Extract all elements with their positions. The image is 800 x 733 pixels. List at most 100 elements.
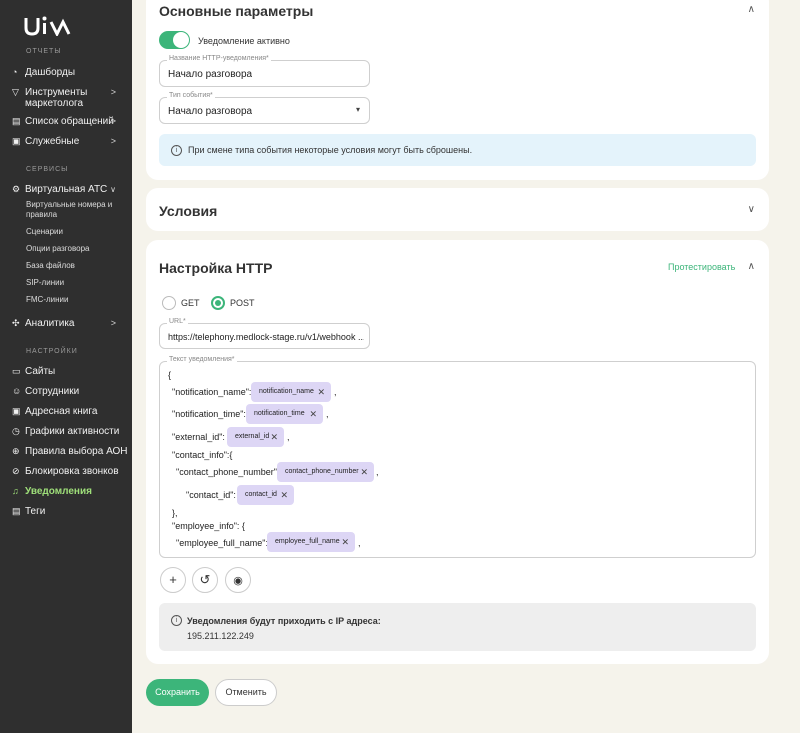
sidebar-item-label: Инструменты маркетолога	[25, 87, 88, 109]
sidebar-item-address-book[interactable]: ▣ Адресная книга	[12, 406, 130, 417]
sidebar-item-service[interactable]: ▣ Служебные >	[12, 136, 130, 147]
body-key: "employee_info": {	[172, 521, 245, 531]
field-value: https://telephony.medlock-stage.ru/v1/we…	[168, 332, 364, 342]
test-link[interactable]: Протестировать	[668, 262, 735, 272]
bell-icon: ♫	[12, 486, 19, 496]
tag-icon: ▤	[12, 506, 21, 516]
cancel-button[interactable]: Отменить	[215, 679, 277, 706]
variable-chip[interactable]: contact_id ✕	[237, 485, 294, 505]
chevron-up-icon[interactable]: ∧	[748, 261, 755, 272]
body-text: },	[172, 508, 178, 518]
subitem-scenarios[interactable]: Сценарии	[26, 227, 126, 237]
event-info-box: i При смене типа события некоторые услов…	[159, 134, 756, 166]
sidebar-item-dashboards[interactable]: ◔ Дашборды	[12, 67, 130, 78]
info-text: При смене типа события некоторые условия…	[188, 145, 473, 155]
sidebar-item-label: Дашборды	[25, 67, 75, 78]
sidebar-item-label: Графики активности	[25, 426, 120, 437]
event-type-select[interactable]: Тип события* Начало разговора ▾	[159, 92, 370, 124]
subitem-virtual-numbers[interactable]: Виртуальные номера и правила	[26, 200, 126, 220]
save-button[interactable]: Сохранить	[146, 679, 209, 706]
http-settings-title: Настройка HTTP	[159, 260, 273, 276]
dropdown-arrow-icon: ▾	[355, 105, 360, 114]
sidebar-item-tags[interactable]: ▤ Теги	[12, 506, 130, 517]
chip-label: employee_full_name	[275, 538, 340, 545]
block-icon: ⊘	[12, 466, 20, 476]
chevron-down-icon[interactable]: ∨	[748, 204, 755, 215]
sidebar-item-activity[interactable]: ◷ Графики активности	[12, 426, 130, 437]
close-icon[interactable]: ✕	[280, 485, 288, 505]
sidebar-item-requests[interactable]: ▤ Список обращений >	[12, 116, 130, 127]
sidebar-item-aon-rules[interactable]: ⊕ Правила выбора АОН	[12, 446, 130, 457]
section-title-settings: НАСТРОЙКИ	[26, 348, 78, 355]
notification-body-editor[interactable]: Текст уведомления* { "notification_name"…	[159, 356, 756, 558]
field-value: Начало разговора	[168, 106, 253, 117]
chip-label: contact_id	[245, 491, 277, 498]
sidebar-item-notifications[interactable]: ♫ Уведомления	[12, 486, 130, 497]
toggle-label: Уведомление активно	[198, 36, 290, 46]
body-key: "employee_full_name":	[176, 538, 268, 548]
sidebar: ОТЧЕТЫ ◔ Дашборды ▽ Инструменты маркетол…	[0, 0, 132, 733]
dashboard-icon: ◔	[12, 67, 18, 77]
radio-post-label: POST	[230, 298, 255, 308]
globe-icon: ⊕	[12, 446, 20, 456]
close-icon[interactable]: ✕	[270, 427, 278, 447]
notification-name-field[interactable]: Название HTTP-уведомления* Начало разгов…	[159, 55, 370, 87]
radio-get[interactable]	[162, 296, 176, 310]
close-icon[interactable]: ✕	[309, 404, 317, 424]
subitem-call-options[interactable]: Опции разговора	[26, 244, 126, 254]
sidebar-item-label: Блокировка звонков	[25, 466, 119, 477]
conditions-title: Условия	[159, 203, 218, 219]
close-icon[interactable]: ✕	[360, 462, 368, 482]
sidebar-item-label: Сотрудники	[25, 386, 80, 397]
chip-label: notification_name	[259, 388, 314, 395]
subitem-files[interactable]: База файлов	[26, 261, 126, 271]
sidebar-item-call-block[interactable]: ⊘ Блокировка звонков	[12, 466, 130, 477]
sidebar-item-analytics[interactable]: ✣ Аналитика >	[12, 318, 130, 329]
clock-icon: ◷	[12, 426, 20, 436]
sidebar-item-vpbx[interactable]: ⚙ Виртуальная АТС ∨	[12, 184, 130, 195]
reset-button[interactable]: ↺	[192, 567, 218, 593]
subitem-fmc[interactable]: FMC-линии	[26, 295, 126, 305]
preview-button[interactable]: ◉	[225, 567, 251, 593]
ip-info-box: i Уведомления будут приходить с IP адрес…	[159, 603, 756, 651]
chip-label: notification_time	[254, 410, 305, 417]
section-title-services: СЕРВИСЫ	[26, 166, 69, 173]
body-text: ,	[287, 432, 290, 442]
field-value: Начало разговора	[168, 69, 253, 80]
variable-chip[interactable]: contact_phone_number ✕	[277, 462, 374, 482]
radio-post[interactable]	[211, 296, 225, 310]
sidebar-item-label: Виртуальная АТС	[25, 184, 108, 195]
add-variable-button[interactable]: +	[160, 567, 186, 593]
analytics-icon: ✣	[12, 318, 20, 328]
subitem-sip[interactable]: SIP-линии	[26, 278, 126, 288]
logo[interactable]	[24, 14, 74, 38]
close-icon[interactable]: ✕	[341, 532, 349, 552]
variable-chip[interactable]: notification_name ✕	[251, 382, 331, 402]
sidebar-item-label: Аналитика	[25, 318, 75, 329]
body-text: ,	[326, 409, 329, 419]
close-icon[interactable]: ✕	[317, 382, 325, 402]
plus-icon: +	[169, 572, 177, 587]
variable-chip[interactable]: notification_time ✕	[246, 404, 323, 424]
url-field[interactable]: URL* https://telephony.medlock-stage.ru/…	[159, 318, 370, 349]
list-icon: ▤	[12, 116, 21, 126]
field-label: Тип события*	[167, 92, 215, 99]
filter-icon: ▽	[12, 87, 19, 97]
chevron-up-icon[interactable]: ∧	[748, 4, 755, 15]
sidebar-item-label: Сайты	[25, 366, 56, 377]
sidebar-item-employees[interactable]: ☺ Сотрудники	[12, 386, 130, 397]
variable-chip[interactable]: employee_full_name ✕	[267, 532, 355, 552]
body-key: "contact_id":	[186, 490, 236, 500]
body-key: "notification_time":	[172, 409, 246, 419]
variable-chip[interactable]: external_id ✕	[227, 427, 284, 447]
body-key: "external_id":	[172, 432, 225, 442]
chip-label: contact_phone_number	[285, 468, 359, 475]
radio-get-label: GET	[181, 298, 200, 308]
basic-params-card: Основные параметры ∧ Уведомление активно…	[146, 0, 769, 180]
sidebar-item-sites[interactable]: ▭ Сайты	[12, 366, 130, 377]
sidebar-item-marketing-tools[interactable]: ▽ Инструменты маркетолога >	[12, 87, 130, 109]
conditions-card[interactable]: Условия ∨	[146, 188, 769, 231]
chevron-right-icon: >	[110, 318, 116, 328]
active-toggle[interactable]	[159, 31, 190, 49]
chip-label: external_id	[235, 433, 270, 440]
